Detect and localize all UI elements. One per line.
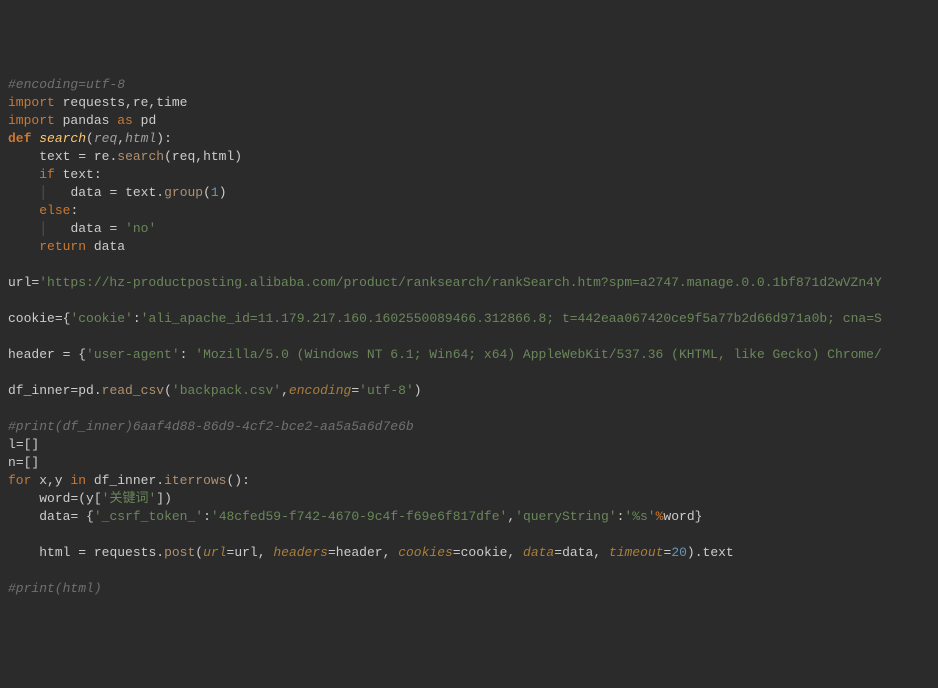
- code-line: import requests,re,time: [8, 94, 930, 112]
- code-line: [8, 562, 930, 580]
- code-line: import pandas as pd: [8, 112, 930, 130]
- code-line: l=[]: [8, 436, 930, 454]
- code-line: return data: [8, 238, 930, 256]
- code-line: url='https://hz-productposting.alibaba.c…: [8, 274, 930, 292]
- code-line: [8, 400, 930, 418]
- code-line: text = re.search(req,html): [8, 148, 930, 166]
- code-line: df_inner=pd.read_csv('backpack.csv',enco…: [8, 382, 930, 400]
- code-line: data= {'_csrf_token_':'48cfed59-f742-467…: [8, 508, 930, 526]
- code-line: n=[]: [8, 454, 930, 472]
- code-line: word=(y['关键词']): [8, 490, 930, 508]
- code-line: else:: [8, 202, 930, 220]
- code-line: header = {'user-agent': 'Mozilla/5.0 (Wi…: [8, 346, 930, 364]
- code-line: [8, 328, 930, 346]
- code-line: │ data = 'no': [8, 220, 930, 238]
- code-line: [8, 292, 930, 310]
- code-line: #encoding=utf-8: [8, 76, 930, 94]
- code-line: cookie={'cookie':'ali_apache_id=11.179.2…: [8, 310, 930, 328]
- code-line: [8, 256, 930, 274]
- code-line: html = requests.post(url=url, headers=he…: [8, 544, 930, 562]
- code-editor[interactable]: #encoding=utf-8import requests,re,timeim…: [8, 76, 930, 598]
- code-line: #print(html): [8, 580, 930, 598]
- code-line: def search(req,html):: [8, 130, 930, 148]
- code-line: [8, 364, 930, 382]
- code-line: #print(df_inner)6aaf4d88-86d9-4cf2-bce2-…: [8, 418, 930, 436]
- code-line: │ data = text.group(1): [8, 184, 930, 202]
- code-line: if text:: [8, 166, 930, 184]
- code-line: for x,y in df_inner.iterrows():: [8, 472, 930, 490]
